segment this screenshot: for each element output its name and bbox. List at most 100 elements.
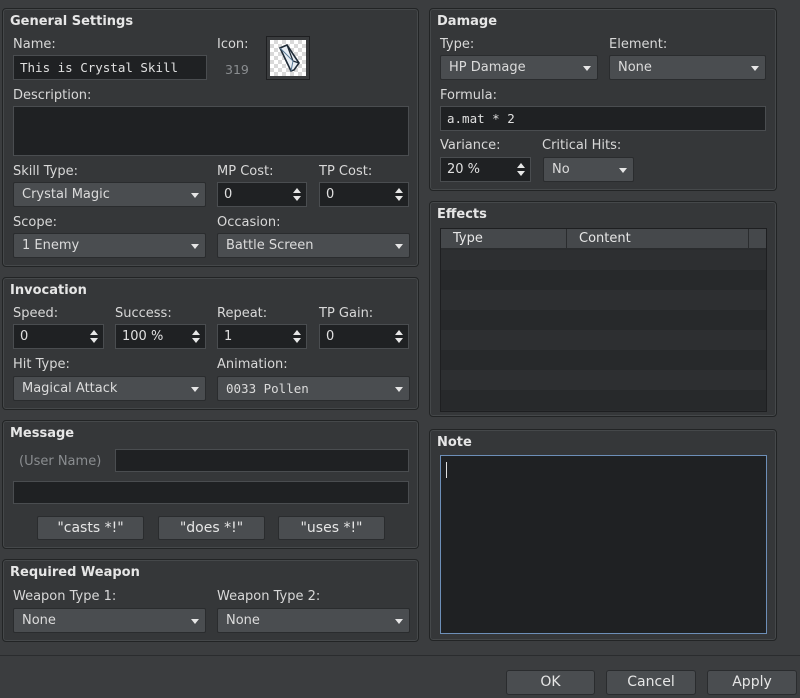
uses-button[interactable]: "uses *!": [278, 516, 385, 540]
success-value: 100 %: [122, 329, 164, 344]
critical-hits-value: No: [552, 162, 570, 177]
spin-down-icon[interactable]: [293, 338, 301, 343]
description-field[interactable]: [13, 106, 409, 156]
variance-stepper[interactable]: 20 %: [440, 157, 531, 182]
col-content-header[interactable]: Content: [567, 229, 749, 249]
critical-hits-dropdown[interactable]: No: [543, 157, 634, 182]
spin-up-icon[interactable]: [90, 330, 98, 335]
skill-type-value: Crystal Magic: [22, 187, 110, 202]
weapon-type2-dropdown[interactable]: None: [217, 608, 410, 633]
tp-cost-stepper[interactable]: 0: [319, 182, 409, 207]
element-label: Element:: [609, 37, 668, 52]
invocation-panel: Invocation Speed: 0 Success: 100 % Repea…: [2, 277, 419, 410]
scope-value: 1 Enemy: [22, 238, 80, 253]
spin-up-icon[interactable]: [293, 188, 301, 193]
table-row[interactable]: [441, 270, 766, 290]
chevron-down-icon: [191, 244, 199, 249]
required-weapon-title: Required Weapon: [10, 565, 140, 580]
chevron-down-icon: [395, 619, 403, 624]
message-title: Message: [10, 426, 75, 441]
note-panel: Note: [429, 429, 777, 641]
icon-label: Icon:: [217, 37, 249, 52]
spin-up-icon[interactable]: [395, 188, 403, 193]
occasion-label: Occasion:: [217, 215, 281, 230]
tp-gain-value: 0: [326, 329, 335, 344]
skill-type-label: Skill Type:: [13, 164, 78, 179]
table-row[interactable]: [441, 250, 766, 270]
damage-type-value: HP Damage: [449, 60, 526, 75]
tp-cost-label: TP Cost:: [319, 164, 373, 179]
ok-button[interactable]: OK: [506, 670, 595, 695]
animation-label: Animation:: [217, 357, 288, 372]
element-value: None: [618, 60, 652, 75]
hit-type-label: Hit Type:: [13, 357, 70, 372]
variance-value: 20 %: [447, 162, 481, 177]
hit-type-dropdown[interactable]: Magical Attack: [13, 376, 206, 401]
tp-gain-label: TP Gain:: [319, 306, 374, 321]
animation-value: 0033 Pollen: [226, 381, 309, 396]
speed-stepper[interactable]: 0: [13, 324, 104, 349]
spin-down-icon[interactable]: [293, 196, 301, 201]
damage-type-dropdown[interactable]: HP Damage: [440, 55, 598, 80]
name-field[interactable]: This is Crystal Skill: [13, 55, 207, 80]
weapon-type1-dropdown[interactable]: None: [13, 608, 206, 633]
spin-up-icon[interactable]: [517, 163, 525, 168]
spin-up-icon[interactable]: [395, 330, 403, 335]
table-row[interactable]: [441, 330, 766, 350]
chevron-down-icon: [583, 66, 591, 71]
invocation-title: Invocation: [10, 283, 87, 298]
spin-down-icon[interactable]: [395, 338, 403, 343]
apply-button[interactable]: Apply: [707, 670, 797, 695]
spin-up-icon[interactable]: [293, 330, 301, 335]
scope-dropdown[interactable]: 1 Enemy: [13, 233, 206, 258]
repeat-stepper[interactable]: 1: [217, 324, 307, 349]
message-line1-field[interactable]: [115, 449, 409, 472]
chevron-down-icon: [395, 387, 403, 392]
does-button[interactable]: "does *!": [158, 516, 265, 540]
col-type-header[interactable]: Type: [441, 229, 567, 249]
mp-cost-value: 0: [224, 187, 233, 202]
speed-value: 0: [20, 329, 29, 344]
chevron-down-icon: [191, 619, 199, 624]
weapon-type1-label: Weapon Type 1:: [13, 589, 117, 604]
speed-label: Speed:: [13, 306, 59, 321]
icon-preview[interactable]: [266, 36, 310, 80]
spin-down-icon[interactable]: [192, 338, 200, 343]
animation-dropdown[interactable]: 0033 Pollen: [217, 376, 410, 401]
effects-title: Effects: [437, 207, 487, 222]
table-row[interactable]: [441, 370, 766, 390]
variance-label: Variance:: [440, 138, 501, 153]
casts-button[interactable]: "casts *!": [37, 516, 144, 540]
spin-down-icon[interactable]: [90, 338, 98, 343]
element-dropdown[interactable]: None: [609, 55, 766, 80]
tp-gain-stepper[interactable]: 0: [319, 324, 409, 349]
spin-up-icon[interactable]: [192, 330, 200, 335]
chevron-down-icon: [191, 387, 199, 392]
success-stepper[interactable]: 100 %: [115, 324, 206, 349]
effects-panel: Effects Type Content: [429, 201, 777, 417]
skill-type-dropdown[interactable]: Crystal Magic: [13, 182, 206, 207]
spin-down-icon[interactable]: [395, 196, 403, 201]
weapon-type1-value: None: [22, 613, 56, 628]
effects-table[interactable]: Type Content: [440, 228, 767, 412]
weapon-type2-value: None: [226, 613, 260, 628]
repeat-label: Repeat:: [217, 306, 268, 321]
cancel-button[interactable]: Cancel: [606, 670, 696, 695]
hit-type-value: Magical Attack: [22, 381, 118, 396]
general-settings-title: General Settings: [10, 14, 134, 29]
table-row[interactable]: [441, 390, 766, 410]
table-row[interactable]: [441, 290, 766, 310]
chevron-down-icon: [191, 193, 199, 198]
scope-label: Scope:: [13, 215, 57, 230]
required-weapon-panel: Required Weapon Weapon Type 1: None Weap…: [2, 559, 419, 642]
formula-field[interactable]: a.mat * 2: [440, 106, 766, 131]
note-textarea[interactable]: [440, 455, 767, 634]
mp-cost-stepper[interactable]: 0: [217, 182, 307, 207]
table-row[interactable]: [441, 350, 766, 370]
occasion-dropdown[interactable]: Battle Screen: [217, 233, 410, 258]
icon-index: 319: [225, 62, 249, 77]
damage-panel: Damage Type: HP Damage Element: None For…: [429, 8, 777, 191]
spin-down-icon[interactable]: [517, 171, 525, 176]
table-row[interactable]: [441, 310, 766, 330]
message-line2-field[interactable]: [13, 481, 409, 504]
